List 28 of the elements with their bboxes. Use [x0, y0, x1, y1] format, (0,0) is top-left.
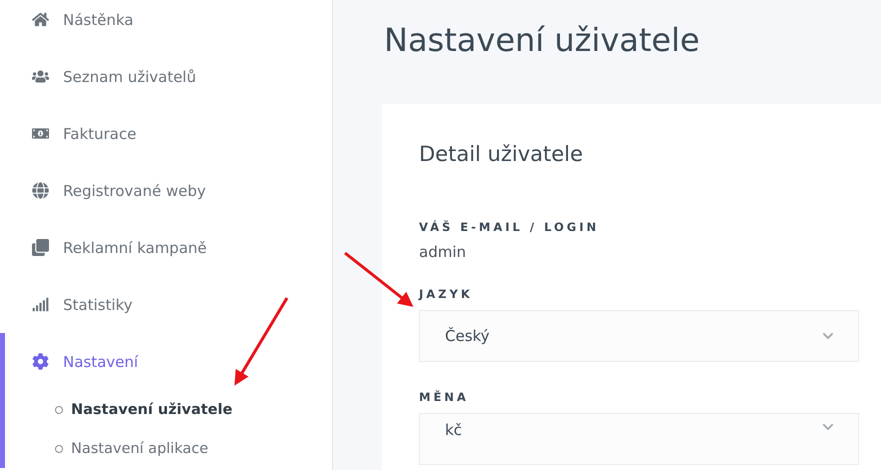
gear-icon — [32, 353, 48, 370]
circle-icon — [55, 406, 63, 414]
sidebar-item[interactable]: Registrované weby — [0, 162, 332, 219]
field-value: admin — [419, 243, 467, 261]
circle-icon — [55, 444, 63, 452]
cards-icon — [32, 239, 48, 256]
sidebar-item[interactable]: Statistiky — [0, 276, 332, 333]
sidebar-item[interactable]: Nástěnka — [0, 0, 332, 48]
users-icon — [32, 68, 48, 85]
arrow — [344, 252, 414, 307]
signal-icon — [32, 296, 48, 313]
chevron-icon — [822, 330, 834, 342]
sidebar-item[interactable]: Fakturace — [0, 105, 332, 162]
field-label: MĚNA — [419, 390, 470, 404]
chevron-icon — [822, 421, 834, 433]
select-field[interactable]: Český — [419, 310, 859, 362]
field-label: JAZYK — [419, 287, 474, 301]
select-field[interactable]: kč — [419, 413, 859, 465]
submenu-item[interactable]: Nastavení uživatele — [5, 390, 332, 429]
sidebar-item[interactable]: Nastavení — [0, 333, 332, 390]
sidebar-item[interactable]: Seznam uživatelů — [0, 48, 332, 105]
sidebar-item[interactable]: Reklamní kampaně — [0, 219, 332, 276]
card-title: Detail uživatele — [419, 142, 584, 166]
page-title: Nastavení uživatele — [384, 20, 701, 61]
field-label: VÁŠ E-MAIL / LOGIN — [419, 220, 600, 234]
globe-icon — [32, 182, 48, 199]
submenu-item[interactable]: Nastavení aplikace — [5, 429, 332, 468]
home-icon — [32, 11, 48, 28]
